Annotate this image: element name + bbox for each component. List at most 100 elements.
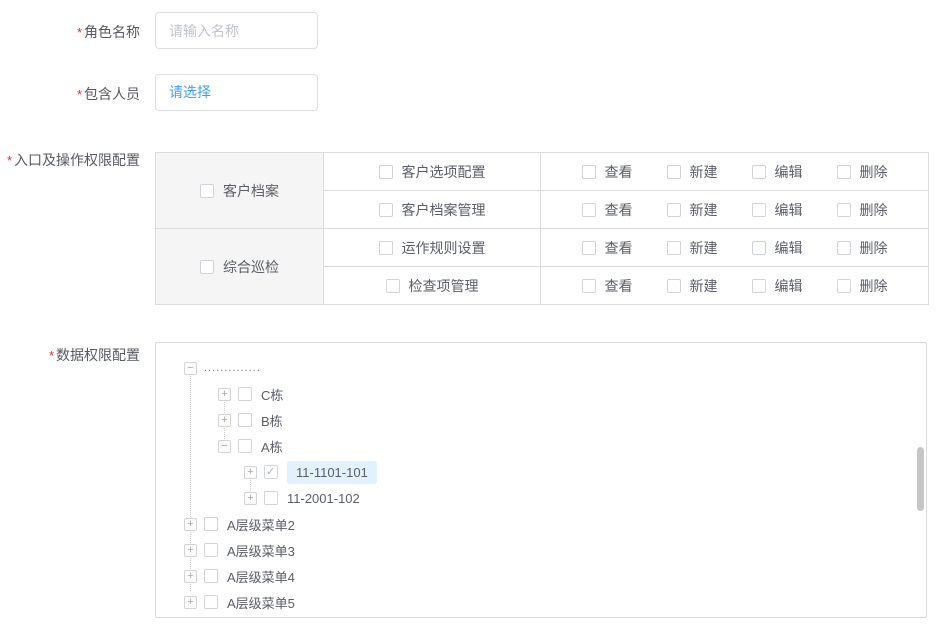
item-checkbox-wrap[interactable]: 检查项管理 xyxy=(386,276,479,296)
role-name-label: *角色名称 xyxy=(0,22,140,42)
tree-node-checkbox[interactable] xyxy=(204,517,218,531)
action-label: 新建 xyxy=(690,276,718,296)
checkbox[interactable] xyxy=(752,203,766,217)
action-cell: 查看 新建 编辑 删除 xyxy=(541,153,929,191)
checkbox[interactable] xyxy=(379,165,393,179)
expand-icon[interactable] xyxy=(184,596,197,609)
expand-icon[interactable] xyxy=(218,388,231,401)
tree-node-checkbox[interactable] xyxy=(238,387,252,401)
action-edit[interactable]: 编辑 xyxy=(752,238,803,258)
item-cell: 运作规则设置 xyxy=(324,229,541,267)
tree-node-label[interactable]: A层级菜单4 xyxy=(227,567,295,586)
checkbox[interactable] xyxy=(752,241,766,255)
members-select[interactable]: 请选择 xyxy=(155,74,318,111)
expand-icon[interactable] xyxy=(184,544,197,557)
checkbox[interactable] xyxy=(582,241,596,255)
tree-node-label[interactable]: B栋 xyxy=(261,411,283,430)
item-checkbox-wrap[interactable]: 客户选项配置 xyxy=(379,162,486,182)
tree-node-selected[interactable]: 11-1101-101 xyxy=(156,459,926,485)
action-edit[interactable]: 编辑 xyxy=(752,200,803,220)
action-delete[interactable]: 删除 xyxy=(837,200,888,220)
tree-node-checkbox[interactable] xyxy=(204,569,218,583)
action-label: 新建 xyxy=(690,238,718,258)
tree-node-label[interactable]: A栋 xyxy=(261,437,283,456)
tree-node-label[interactable]: 11-2001-102 xyxy=(287,491,360,506)
action-view[interactable]: 查看 xyxy=(582,162,633,182)
tree-node[interactable]: 11-2001-102 xyxy=(156,485,926,511)
tree-node-checkbox[interactable] xyxy=(238,413,252,427)
action-create[interactable]: 新建 xyxy=(667,276,718,296)
tree-node[interactable]: B栋 xyxy=(156,407,926,433)
checkbox[interactable] xyxy=(582,279,596,293)
tree-node[interactable]: A层级菜单2 xyxy=(156,511,926,537)
checkbox[interactable] xyxy=(379,203,393,217)
checkbox[interactable] xyxy=(752,279,766,293)
tree-node[interactable]: A层级菜单5 xyxy=(156,589,926,615)
item-checkbox-wrap[interactable]: 客户档案管理 xyxy=(379,200,486,220)
checkbox[interactable] xyxy=(667,165,681,179)
action-edit[interactable]: 编辑 xyxy=(752,276,803,296)
members-select-value[interactable]: 请选择 xyxy=(169,84,211,100)
checkbox[interactable] xyxy=(667,203,681,217)
action-create[interactable]: 新建 xyxy=(667,162,718,182)
table-row: 综合巡检 运作规则设置 查看 新建 编辑 删除 xyxy=(156,229,929,267)
checkbox[interactable] xyxy=(667,241,681,255)
group-checkbox-wrap[interactable]: 综合巡检 xyxy=(200,257,279,277)
entry-permissions-label: *入口及操作权限配置 xyxy=(0,150,140,170)
action-label: 编辑 xyxy=(775,200,803,220)
tree-node-checkbox[interactable] xyxy=(264,491,278,505)
checkbox[interactable] xyxy=(837,241,851,255)
action-view[interactable]: 查看 xyxy=(582,238,633,258)
group-checkbox-wrap[interactable]: 客户档案 xyxy=(200,181,279,201)
tree-node-label[interactable]: 11-1101-101 xyxy=(287,461,377,484)
action-delete[interactable]: 删除 xyxy=(837,276,888,296)
tree-node-root[interactable]: .............. xyxy=(156,355,926,381)
checkbox[interactable] xyxy=(200,184,214,198)
action-view[interactable]: 查看 xyxy=(582,276,633,296)
action-delete[interactable]: 删除 xyxy=(837,238,888,258)
scrollbar-thumb[interactable] xyxy=(917,447,924,511)
role-name-input[interactable] xyxy=(155,12,318,49)
collapse-icon[interactable] xyxy=(218,440,231,453)
checkbox[interactable] xyxy=(837,165,851,179)
tree-node[interactable]: A层级菜单3 xyxy=(156,537,926,563)
checkbox[interactable] xyxy=(386,279,400,293)
expand-icon[interactable] xyxy=(244,466,257,479)
checkbox[interactable] xyxy=(837,203,851,217)
expand-icon[interactable] xyxy=(244,492,257,505)
tree-node[interactable]: C栋 xyxy=(156,381,926,407)
action-label: 编辑 xyxy=(775,238,803,258)
tree-node-checkbox[interactable] xyxy=(238,439,252,453)
checkbox[interactable] xyxy=(379,241,393,255)
action-edit[interactable]: 编辑 xyxy=(752,162,803,182)
action-create[interactable]: 新建 xyxy=(667,238,718,258)
collapse-icon[interactable] xyxy=(184,362,197,375)
checkbox[interactable] xyxy=(200,260,214,274)
action-cell: 查看 新建 编辑 删除 xyxy=(541,229,929,267)
tree-node[interactable]: A栋 xyxy=(156,433,926,459)
tree-node-checkbox[interactable] xyxy=(204,543,218,557)
expand-icon[interactable] xyxy=(184,518,197,531)
item-checkbox-wrap[interactable]: 运作规则设置 xyxy=(379,238,486,258)
item-label: 运作规则设置 xyxy=(402,238,486,258)
tree-node-label[interactable]: A层级菜单5 xyxy=(227,593,295,612)
tree-node-label[interactable]: A层级菜单2 xyxy=(227,515,295,534)
action-label: 编辑 xyxy=(775,162,803,182)
tree-node-label[interactable]: C栋 xyxy=(261,385,283,404)
expand-icon[interactable] xyxy=(218,414,231,427)
tree-node-label[interactable]: .............. xyxy=(204,362,261,374)
action-label: 查看 xyxy=(605,238,633,258)
checkbox[interactable] xyxy=(837,279,851,293)
tree-node[interactable]: A层级菜单4 xyxy=(156,563,926,589)
tree-node-checkbox[interactable] xyxy=(204,595,218,609)
checkbox[interactable] xyxy=(582,165,596,179)
checkbox[interactable] xyxy=(667,279,681,293)
action-delete[interactable]: 删除 xyxy=(837,162,888,182)
expand-icon[interactable] xyxy=(184,570,197,583)
checkbox[interactable] xyxy=(582,203,596,217)
tree-node-checkbox[interactable] xyxy=(264,465,278,479)
action-create[interactable]: 新建 xyxy=(667,200,718,220)
action-view[interactable]: 查看 xyxy=(582,200,633,220)
tree-node-label[interactable]: A层级菜单3 xyxy=(227,541,295,560)
checkbox[interactable] xyxy=(752,165,766,179)
